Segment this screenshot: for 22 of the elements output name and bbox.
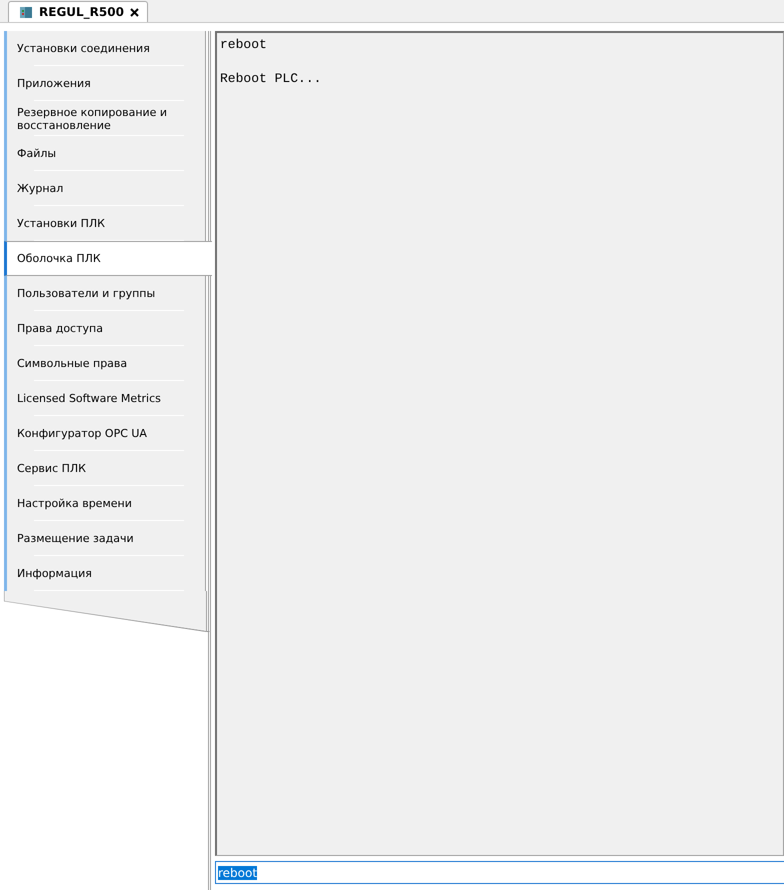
sidebar-item[interactable]: Приложения (4, 66, 206, 101)
sidebar-item[interactable]: Размещение задачи (4, 521, 206, 556)
document-tab[interactable]: REGUL_R500 (8, 1, 148, 22)
sidebar-item[interactable]: Конфигуратор OPC UA (4, 416, 206, 451)
sidebar-item[interactable]: Licensed Software Metrics (4, 381, 206, 416)
device-icon (19, 5, 33, 19)
sidebar-item[interactable]: Файлы (4, 136, 206, 171)
sidebar-item[interactable]: Резервное копирование и восстановление (4, 101, 206, 136)
sidebar-item[interactable]: Права доступа (4, 311, 206, 346)
sidebar-item[interactable]: Информация (4, 556, 206, 591)
command-input[interactable]: reboot (215, 861, 784, 884)
console-command: reboot (220, 36, 268, 53)
sidebar-item[interactable]: Установки соединения (4, 31, 206, 66)
sidebar-item[interactable]: Пользователи и группы (4, 276, 206, 311)
sidebar-item[interactable]: Символьные права (4, 346, 206, 381)
close-icon[interactable] (130, 8, 139, 16)
sidebar-item[interactable]: Установки ПЛК (4, 206, 206, 241)
sidebar-item[interactable]: Оболочка ПЛК (4, 241, 212, 276)
sidebar-item[interactable]: Сервис ПЛК (4, 451, 206, 486)
sidebar-item[interactable]: Журнал (4, 171, 206, 206)
console-response: Reboot PLC... (220, 70, 322, 87)
sidebar-item[interactable]: Настройка времени (4, 486, 206, 521)
